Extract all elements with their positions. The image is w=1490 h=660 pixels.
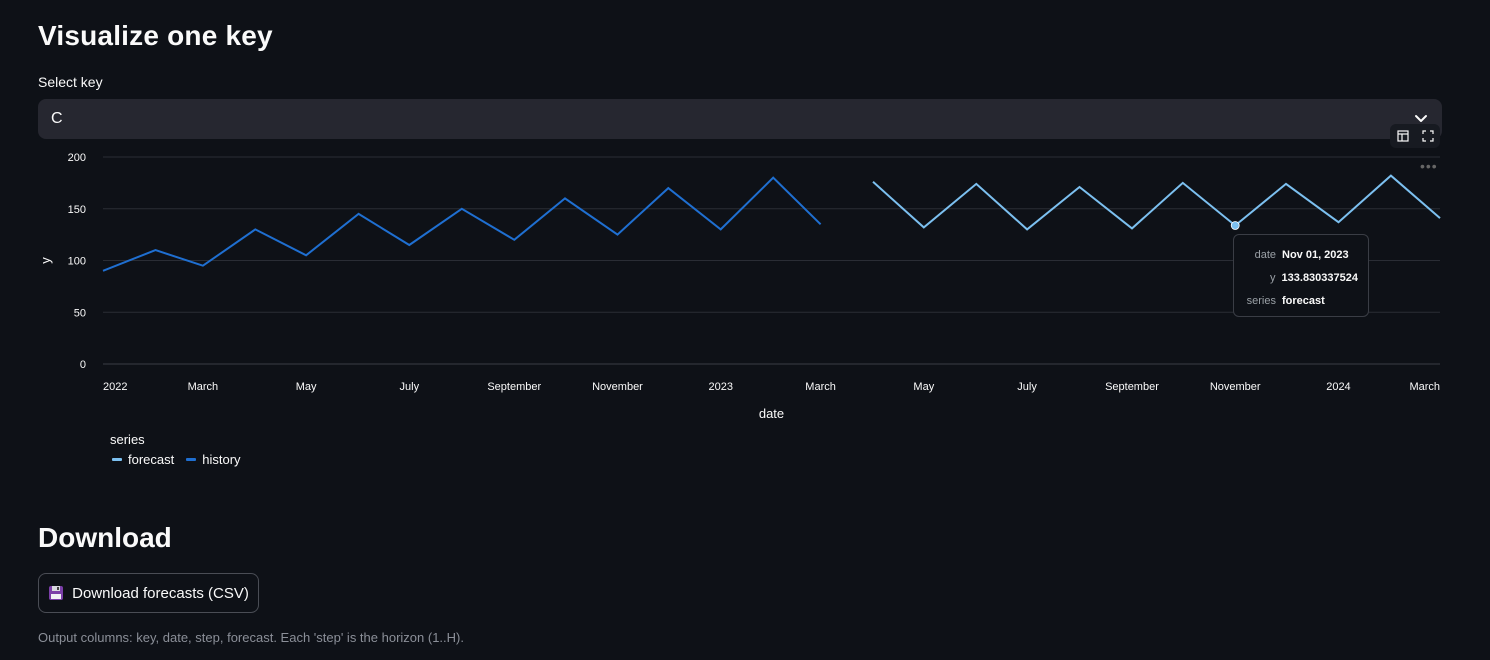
x-tick-label: March	[188, 381, 219, 393]
tooltip-series-key: series	[1246, 294, 1276, 307]
hovered-point	[1230, 221, 1240, 230]
download-section-title: Download	[38, 522, 172, 553]
x-tick-label: July	[1017, 381, 1037, 393]
tooltip-row-y: y 133.830337524	[1244, 266, 1358, 289]
x-tick-label: July	[400, 381, 420, 393]
key-select[interactable]: C	[38, 99, 1442, 139]
series-line-history	[102, 176, 822, 272]
download-forecasts-button[interactable]: Download forecasts (CSV)	[38, 573, 259, 613]
legend-label-forecast: forecast	[128, 452, 175, 467]
series-line-forecast	[872, 174, 1441, 231]
y-tick-label: 0	[80, 359, 86, 371]
y-axis-title: y	[38, 257, 53, 264]
page-title: Visualize one key	[38, 20, 273, 51]
y-tick-label: 100	[68, 256, 86, 268]
tooltip-row-date: date Nov 01, 2023	[1244, 243, 1358, 266]
chart-tooltip: date Nov 01, 2023 y 133.830337524 series…	[1233, 234, 1369, 317]
select-key-label: Select key	[38, 74, 103, 90]
legend-item-history[interactable]: history	[186, 452, 241, 467]
y-tick-label: 50	[74, 307, 86, 319]
legend: forecast history	[112, 452, 241, 467]
tooltip-date-value: Nov 01, 2023	[1282, 248, 1349, 261]
x-tick-label: 2023	[708, 381, 732, 393]
x-tick-label: 2022	[103, 381, 127, 393]
download-button-label: Download forecasts (CSV)	[72, 584, 249, 602]
table-view-icon[interactable]	[1396, 130, 1409, 142]
y-tick-label: 200	[68, 152, 86, 164]
legend-label-history: history	[202, 452, 241, 467]
x-tick-label: March	[805, 381, 836, 393]
legend-swatch-forecast	[112, 458, 122, 461]
tooltip-date-key: date	[1254, 248, 1276, 261]
legend-swatch-history	[186, 458, 197, 461]
fullscreen-icon[interactable]	[1421, 130, 1434, 142]
legend-item-forecast[interactable]: forecast	[112, 452, 174, 467]
x-tick-label: November	[592, 381, 643, 393]
x-tick-label: May	[296, 381, 317, 393]
x-tick-label: September	[487, 381, 541, 393]
legend-title: series	[110, 432, 145, 447]
key-select-value: C	[51, 110, 63, 127]
x-tick-label: September	[1105, 381, 1159, 393]
tooltip-row-series: series forecast	[1244, 289, 1358, 312]
x-tick-label: March	[1409, 381, 1440, 393]
chevron-down-icon	[1415, 115, 1427, 122]
x-tick-label: 2024	[1326, 381, 1350, 393]
y-tick-label: 150	[68, 204, 86, 216]
floppy-disk-icon	[49, 586, 64, 600]
download-caption: Output columns: key, date, step, forecas…	[38, 630, 464, 645]
tooltip-y-value: 133.830337524	[1281, 271, 1358, 284]
x-tick-label: November	[1210, 381, 1261, 393]
tooltip-y-key: y	[1270, 271, 1276, 284]
tooltip-series-value: forecast	[1282, 294, 1325, 307]
x-axis-title: date	[759, 406, 784, 421]
x-tick-label: May	[913, 381, 934, 393]
